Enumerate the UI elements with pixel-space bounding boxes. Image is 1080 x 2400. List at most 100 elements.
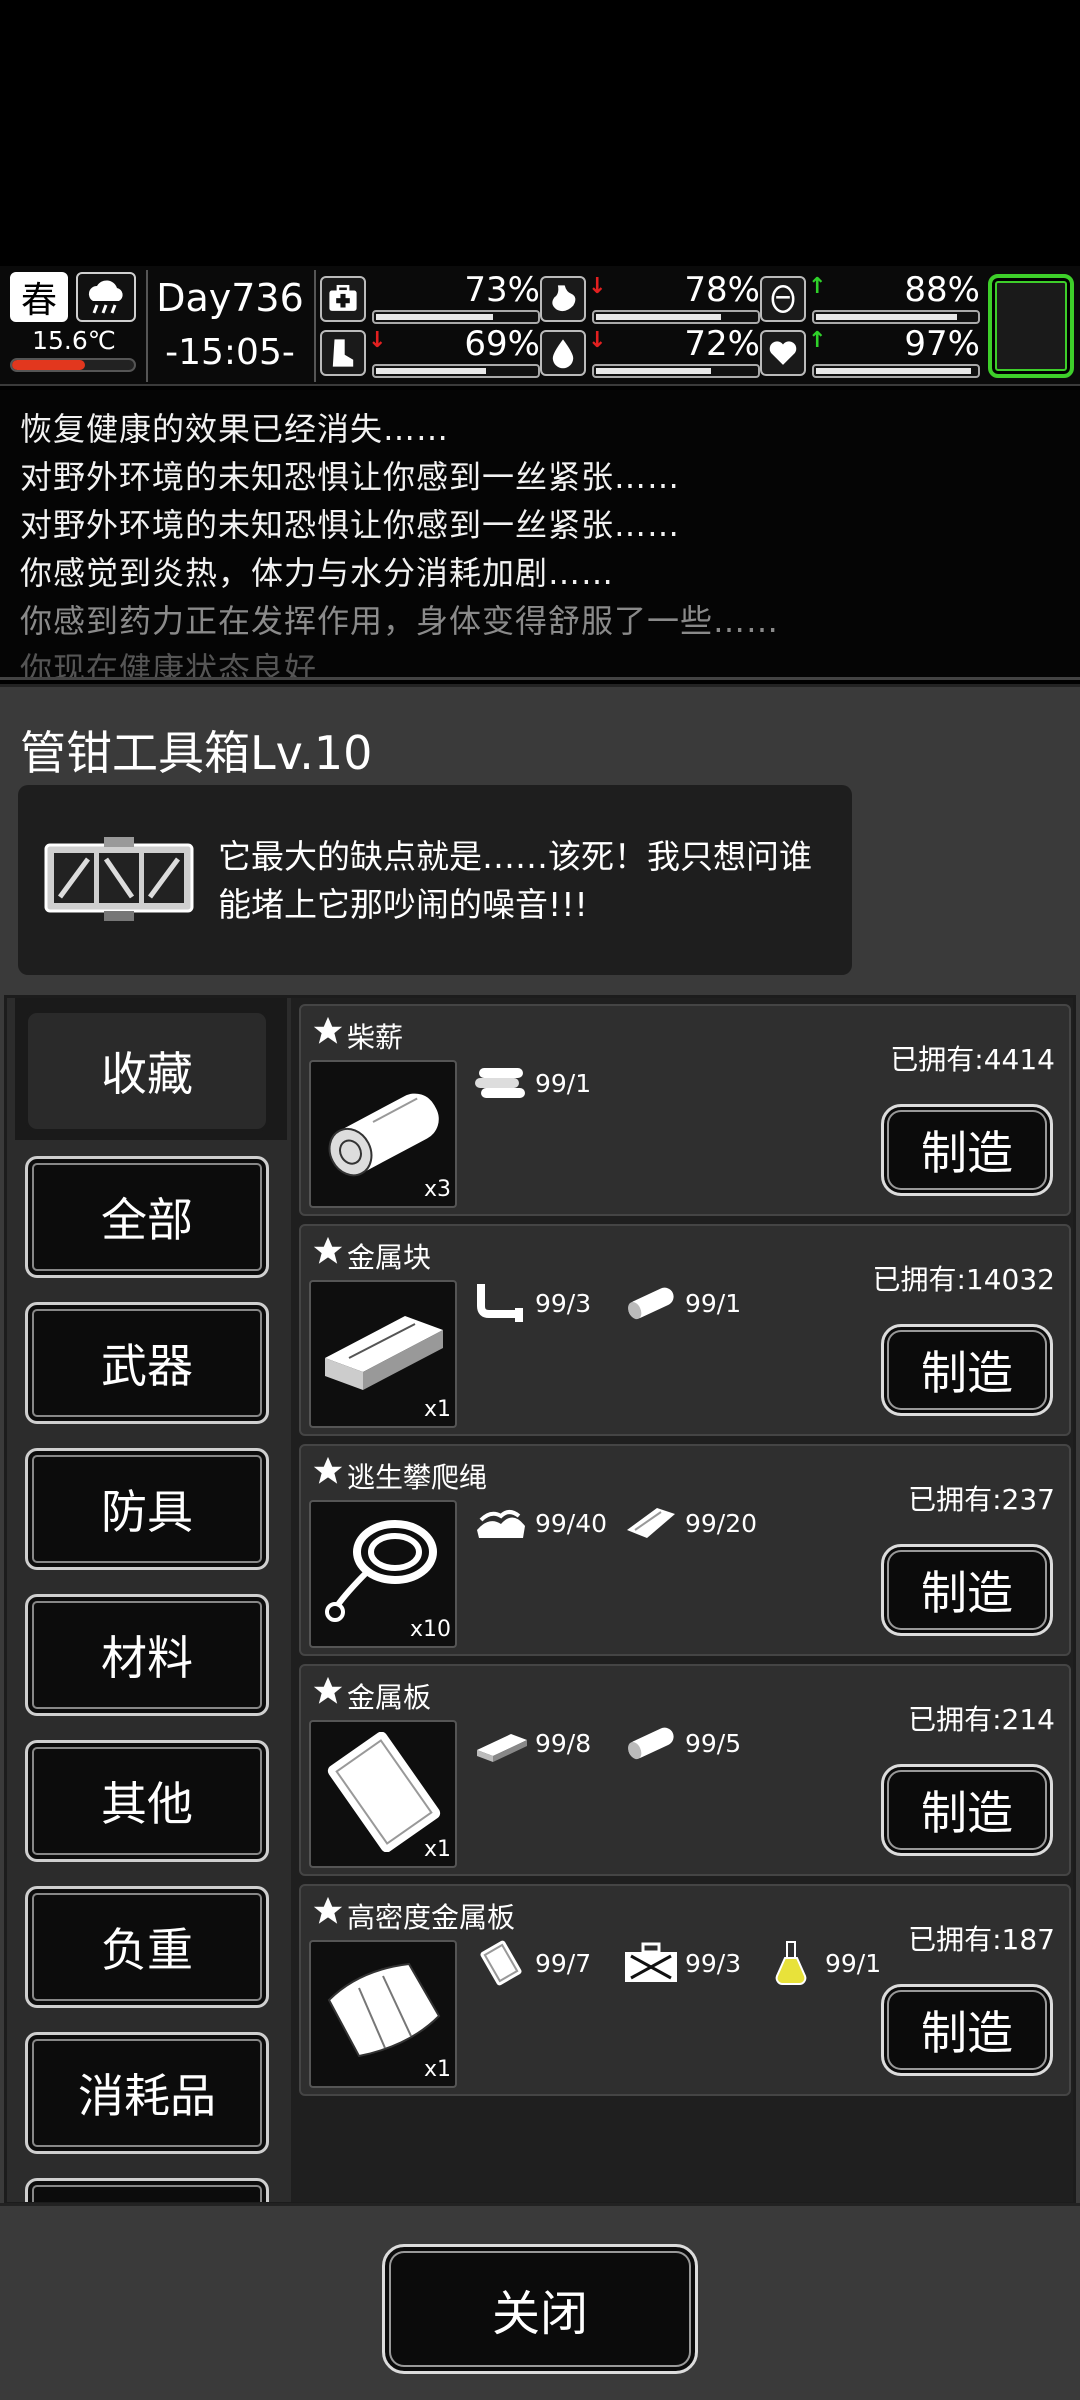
equipped-slot[interactable]	[988, 274, 1074, 378]
heart-icon	[760, 330, 806, 376]
stomach-icon	[540, 276, 586, 322]
favorite-star-icon[interactable]	[311, 1674, 345, 1708]
yield-quantity: x1	[423, 1837, 451, 1862]
stat-water: ↓ 72%	[540, 324, 760, 380]
game-clock: -15:05-	[165, 332, 295, 373]
metal-plate-icon	[471, 1940, 531, 1986]
stat-value: 72%	[684, 324, 760, 364]
material-count: 99/40	[535, 1508, 608, 1538]
firewood-icon[interactable]: x3	[309, 1060, 457, 1208]
material-requirement: 99/8	[471, 1718, 591, 1768]
panel-title: 管钳工具箱Lv.10	[20, 726, 373, 780]
log-line: 对野外环境的未知恐惧让你感到一丝紧张……	[20, 458, 681, 496]
cloth-icon	[621, 1500, 681, 1546]
category-tab-1[interactable]: 全部	[25, 1156, 269, 1278]
face-icon	[760, 276, 806, 322]
material-requirement: 99/40	[471, 1498, 607, 1548]
stat-value: 69%	[464, 324, 540, 364]
material-count: 99/5	[685, 1728, 742, 1758]
close-button[interactable]: 关闭	[382, 2244, 698, 2374]
stat-trend-arrow: ↓	[588, 274, 607, 299]
rope-icon[interactable]: x10	[309, 1500, 457, 1648]
water-drop-icon	[540, 330, 586, 376]
material-requirement: 99/1	[471, 1058, 591, 1108]
material-count: 99/3	[535, 1288, 592, 1318]
category-tab-5[interactable]: 其他	[25, 1740, 269, 1862]
log-line: 你现在健康状态良好	[20, 650, 318, 680]
material-requirement: 99/20	[621, 1498, 757, 1548]
stat-bar	[592, 364, 760, 378]
stat-trend-arrow: ↑	[808, 328, 827, 353]
log-icon	[621, 1280, 681, 1326]
stat-stamina: ↓ 69%	[320, 324, 540, 380]
yield-quantity: x1	[423, 1397, 451, 1422]
category-tab-2[interactable]: 武器	[25, 1302, 269, 1424]
craft-button[interactable]: 制造	[881, 1984, 1053, 2076]
toolbox-icon	[621, 1940, 681, 1986]
recipe-name: 逃生攀爬绳	[347, 1461, 488, 1494]
metal-plate-icon[interactable]: x1	[309, 1720, 457, 1868]
dense-metal-plate-icon[interactable]: x1	[309, 1940, 457, 2088]
recipe-row: 金属板 x1 99/8 99/5 已拥有:214 制造	[299, 1664, 1071, 1876]
craft-button[interactable]: 制造	[881, 1324, 1053, 1416]
boot-icon	[320, 330, 366, 376]
favorite-star-icon[interactable]	[311, 1454, 345, 1488]
craft-button[interactable]: 制造	[881, 1104, 1053, 1196]
craft-button[interactable]: 制造	[881, 1544, 1053, 1636]
material-requirement: 99/5	[621, 1718, 741, 1768]
description-box: 它最大的缺点就是……该死！我只想问谁能堵上它那吵闹的噪音!!!	[18, 785, 852, 975]
stat-bar	[812, 364, 980, 378]
yield-quantity: x1	[423, 2057, 451, 2082]
log-line: 你感到药力正在发挥作用，身体变得舒服了一些……	[20, 602, 780, 640]
recipe-row: 逃生攀爬绳 x10 99/40 99/20 已拥有:237 制造	[299, 1444, 1071, 1656]
stat-trend-arrow: ↓	[368, 328, 387, 353]
craft-button[interactable]: 制造	[881, 1764, 1053, 1856]
category-tab-6[interactable]: 负重	[25, 1886, 269, 2008]
material-count: 99/3	[685, 1948, 742, 1978]
stat-trend-arrow: ↓	[588, 328, 607, 353]
category-tab-0[interactable]: 收藏	[25, 1010, 269, 1132]
category-tab-more[interactable]	[25, 2178, 269, 2202]
material-count: 99/20	[685, 1508, 758, 1538]
flask-icon	[761, 1940, 821, 1986]
material-requirement: 99/3	[621, 1938, 741, 1988]
stat-bar	[372, 310, 540, 324]
yield-quantity: x10	[409, 1617, 451, 1642]
day-counter: Day736	[156, 276, 304, 320]
material-requirement: 99/1	[621, 1278, 741, 1328]
stat-value: 97%	[904, 324, 980, 364]
stat-health: 73%	[320, 270, 540, 326]
material-count: 99/8	[535, 1728, 592, 1758]
recipe-row: 柴薪 x3 99/1 已拥有:4414 制造	[299, 1004, 1071, 1216]
crafting-panel: 管钳工具箱Lv.10 它最大的缺点就是……该死！我只想问谁能堵上它那吵闹的噪音!…	[0, 684, 1080, 2400]
log-line: 恢复健康的效果已经消失……	[20, 410, 450, 448]
stat-value: 88%	[904, 270, 980, 310]
favorite-star-icon[interactable]	[311, 1234, 345, 1268]
toolbox-icon	[44, 835, 194, 925]
category-tab-7[interactable]: 消耗品	[25, 2032, 269, 2154]
recipe-row: 金属块 x1 99/3 99/1 已拥有:14032 制造	[299, 1224, 1071, 1436]
crafting-list-frame: 收藏 全部 武器 防具 材料 其他 负重 消耗品 柴薪 x3 99/1 已拥有:4414 制造 金属块 x…	[4, 995, 1076, 2205]
pipe-icon	[471, 1280, 531, 1326]
favorite-star-icon[interactable]	[311, 1894, 345, 1928]
temperature-readout: 15.6℃	[32, 326, 116, 355]
recipe-name: 金属块	[347, 1241, 432, 1274]
log-line: 对野外环境的未知恐惧让你感到一丝紧张……	[20, 506, 681, 544]
category-sidebar: 收藏全部武器防具材料其他负重消耗品	[15, 998, 287, 2202]
stat-bar	[372, 364, 540, 378]
category-tab-4[interactable]: 材料	[25, 1594, 269, 1716]
weather-rain-cloud-icon	[76, 272, 136, 322]
material-requirement: 99/7	[471, 1938, 591, 1988]
favorite-star-icon[interactable]	[311, 1014, 345, 1048]
owned-count: 已拥有:187	[908, 1923, 1055, 1956]
category-tab-3[interactable]: 防具	[25, 1448, 269, 1570]
cloth-pile-icon	[471, 1500, 531, 1546]
owned-count: 已拥有:237	[908, 1483, 1055, 1516]
season-badge: 春	[10, 272, 68, 322]
owned-count: 已拥有:14032	[872, 1263, 1055, 1296]
recipe-list[interactable]: 柴薪 x3 99/1 已拥有:4414 制造 金属块 x1 99/3 99/1 已拥有:14032…	[291, 998, 1073, 2202]
recipe-row: 高密度金属板 x1 99/7 99/3 99/1 已拥有:187 制造	[299, 1884, 1071, 2096]
medkit-icon	[320, 276, 366, 322]
logs-icon	[471, 1060, 531, 1106]
metal-block-icon[interactable]: x1	[309, 1280, 457, 1428]
